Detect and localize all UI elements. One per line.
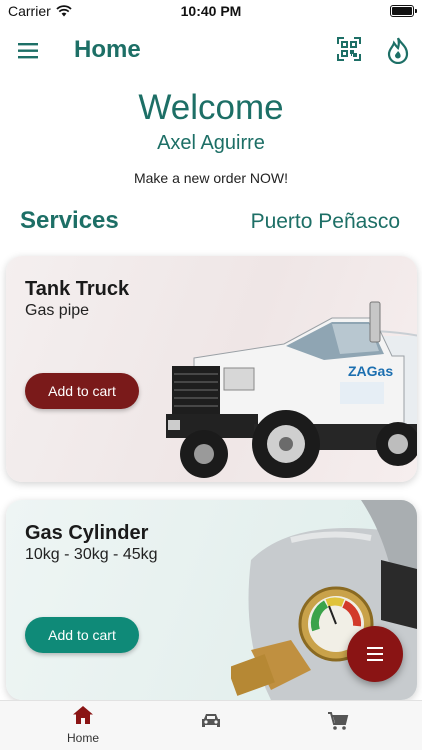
services-title: Services: [20, 207, 119, 234]
hamburger-menu-icon[interactable]: [14, 38, 44, 64]
user-name: Axel Aguirre: [157, 132, 265, 154]
battery-icon: [390, 5, 417, 17]
city-label[interactable]: Puerto Peñasco: [251, 210, 400, 234]
tank-truck-image: ZAGas: [166, 301, 417, 478]
card-subtitle: Gas pipe: [25, 302, 90, 319]
promo-text: Make a new order NOW!: [133, 170, 289, 186]
service-card-tank-truck[interactable]: ZAGas Tank Truck Gas pipe Add to cart: [6, 256, 417, 482]
nav-label-home: Home: [66, 731, 99, 745]
bottom-nav: Home: [0, 700, 422, 750]
fab-menu-button[interactable]: [347, 626, 403, 682]
status-bar: Carrier 10:40 PM: [0, 0, 422, 24]
app-bar: Home: [0, 28, 422, 74]
cart-icon: [328, 712, 349, 730]
car-icon: [202, 714, 220, 727]
status-time: 10:40 PM: [180, 3, 242, 19]
flame-icon[interactable]: [385, 36, 411, 65]
svg-text:ZAGas: ZAGas: [348, 363, 393, 379]
card-title: Gas Cylinder: [25, 522, 149, 544]
add-to-cart-button-tank-truck[interactable]: Add to cart: [25, 373, 139, 409]
add-to-cart-button-gas-cylinder[interactable]: Add to cart: [25, 617, 139, 653]
page-title: Home: [74, 36, 141, 63]
card-title: Tank Truck: [25, 278, 130, 300]
qr-scan-icon[interactable]: [336, 36, 362, 62]
home-icon: [73, 706, 93, 724]
welcome-heading: Welcome: [138, 88, 284, 127]
nav-item-cart[interactable]: [298, 705, 378, 747]
card-subtitle: 10kg - 30kg - 45kg: [25, 546, 158, 563]
nav-item-car[interactable]: [171, 705, 251, 747]
nav-item-home[interactable]: Home: [43, 705, 123, 747]
menu-icon: [367, 647, 383, 661]
